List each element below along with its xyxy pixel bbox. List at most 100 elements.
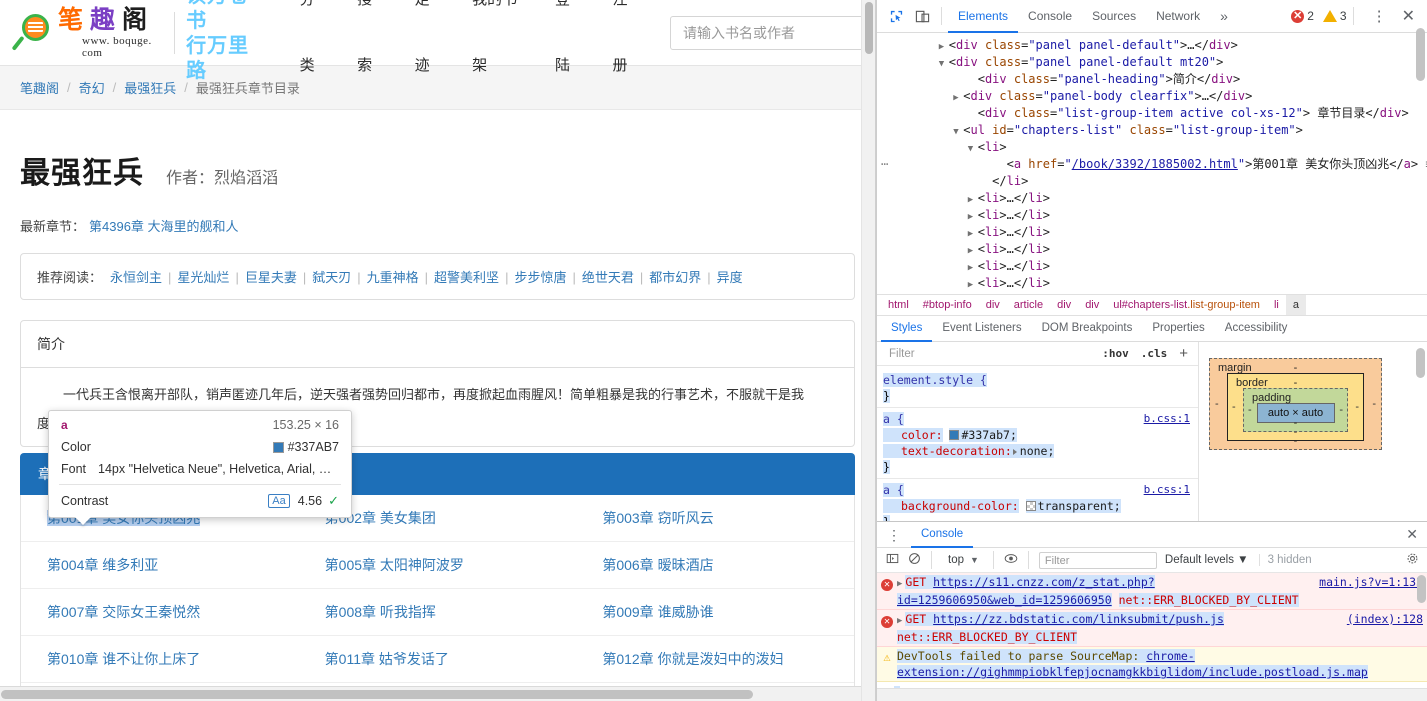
dom-tree[interactable]: ▶ <div class="panel panel-default">…</div… (877, 33, 1427, 294)
tab-elements[interactable]: Elements (948, 0, 1019, 33)
inspect-cursor-icon[interactable] (883, 3, 909, 29)
breadcrumb-node-div[interactable]: div (979, 295, 1007, 315)
rule-selector[interactable]: a { (883, 483, 904, 497)
recommend-item-4[interactable]: 九重神格 (367, 270, 419, 285)
nav-item-2[interactable]: 足迹 (399, 0, 456, 99)
style-rule[interactable]: a { b.css:1 background-color: transparent… (877, 479, 1198, 521)
nav-item-0[interactable]: 分类 (284, 0, 341, 99)
declaration-value[interactable]: #337ab7; (961, 428, 1016, 442)
expand-arrow-icon[interactable] (1012, 449, 1017, 455)
more-options-icon[interactable]: ⋯ (881, 156, 888, 173)
console-message-warning[interactable]: ⚠ DevTools failed to parse SourceMap: chr… (877, 647, 1427, 682)
styles-filter-input[interactable]: Filter (881, 348, 1096, 360)
chapter-link-4[interactable]: 第005章 太阳神阿波罗 (325, 557, 464, 573)
console-messages[interactable]: ✕ main.js?v=1:133 ▶ GET https://s11.cnzz.co… (877, 573, 1427, 688)
clear-console-icon[interactable] (903, 552, 925, 568)
scrollbar-thumb[interactable] (865, 2, 873, 54)
declaration-value[interactable]: transparent; (1038, 499, 1121, 513)
style-rule[interactable]: a {b.css:1 color: #337ab7; text-decorati… (877, 408, 1198, 479)
tab-dom-breakpoints[interactable]: DOM Breakpoints (1032, 316, 1143, 342)
console-levels-selector[interactable]: Default levels ▼ (1165, 554, 1253, 566)
box-model-margin-right[interactable]: - (1372, 398, 1376, 410)
dom-breadcrumb[interactable]: html #btop-info div article div div ul#chapter… (877, 294, 1427, 316)
drawer-close-icon[interactable]: ✕ (1397, 526, 1427, 543)
box-model-margin[interactable]: margin - - - - border - - - - padding - (1209, 358, 1382, 450)
recommend-item-8[interactable]: 都市幻界 (649, 270, 701, 285)
transparent-swatch-icon[interactable] (1025, 501, 1036, 511)
nav-item-3[interactable]: 我的书架 (456, 0, 539, 99)
cls-toggle[interactable]: .cls (1135, 347, 1174, 360)
tab-properties[interactable]: Properties (1142, 316, 1214, 342)
console-context-selector[interactable]: top (938, 554, 970, 566)
rule-source-link[interactable]: b.css:1 (1144, 482, 1190, 498)
devtools-menu-icon[interactable]: ⋮ (1360, 7, 1396, 25)
gear-icon[interactable] (1406, 552, 1423, 568)
expand-arrow-icon[interactable]: ▶ (897, 616, 902, 626)
chevron-down-icon[interactable]: ▼ (970, 555, 987, 565)
tab-network[interactable]: Network (1146, 0, 1210, 33)
recommend-item-1[interactable]: 星光灿烂 (177, 270, 229, 285)
recommend-item-0[interactable]: 永恒剑主 (110, 270, 162, 285)
recommend-item-5[interactable]: 超警美利坚 (434, 270, 499, 285)
dom-node-line[interactable]: ▶ <li>…</li> (877, 275, 1427, 292)
declaration-property[interactable]: text-decoration: (883, 444, 1012, 458)
tab-console[interactable]: Console (1018, 0, 1082, 33)
breadcrumb-node-ul-chapters-list-list-group-item[interactable]: ul#chapters-list.list-group-item (1106, 295, 1267, 315)
box-model-border-right[interactable]: - (1355, 401, 1359, 413)
chapter-link-5[interactable]: 第006章 暧昧酒店 (602, 557, 713, 573)
breadcrumb-node-a[interactable]: a (1285, 295, 1306, 315)
dom-node-line[interactable]: ▶ <li>…</li> (877, 241, 1427, 258)
chapter-link-9[interactable]: 第010章 谁不让你上床了 (47, 651, 200, 667)
chapter-link-6[interactable]: 第007章 交际女王秦悦然 (47, 604, 200, 620)
live-expression-icon[interactable] (1000, 552, 1022, 568)
hov-toggle[interactable]: :hov (1096, 347, 1135, 360)
nav-item-1[interactable]: 搜索 (341, 0, 398, 99)
rule-selector[interactable]: a { (883, 412, 904, 426)
console-message-error[interactable]: ✕ (index):128 ▶ GET https://zz.bdstatic.com… (877, 610, 1427, 647)
drawer-tab-console[interactable]: Console (911, 522, 974, 548)
console-scrollbar[interactable] (1417, 575, 1426, 625)
console-message-source[interactable]: main.js?v=1:133 (1319, 574, 1423, 590)
chapter-link-11[interactable]: 第012章 你就是泼妇中的泼妇 (602, 651, 783, 667)
scrollbar-thumb[interactable] (1416, 348, 1425, 378)
chapter-link-7[interactable]: 第008章 听我指挥 (325, 604, 436, 620)
new-style-rule-button[interactable]: + (1173, 345, 1194, 362)
box-model-padding-bottom[interactable]: - (1294, 417, 1298, 429)
recommend-item-7[interactable]: 绝世天君 (582, 270, 634, 285)
console-filter-input[interactable]: Filter (1038, 551, 1157, 569)
box-model-padding[interactable]: padding - - - auto × auto (1243, 388, 1348, 432)
scrollbar-thumb[interactable] (1, 690, 753, 699)
nav-item-5[interactable]: 注册 (597, 0, 654, 99)
breadcrumb-node-div[interactable]: div (1050, 295, 1078, 315)
page-horizontal-scrollbar[interactable] (0, 686, 875, 701)
recommend-item-3[interactable]: 弑天刃 (312, 270, 351, 285)
tab-sources[interactable]: Sources (1082, 0, 1146, 33)
color-swatch-icon[interactable] (949, 430, 960, 440)
dom-node-line[interactable]: ▶ <div class="panel panel-default">…</div… (877, 37, 1427, 54)
dom-node-line[interactable]: ⋯ <a href="/book/3392/1885002.html">第001… (877, 156, 1427, 173)
tab-styles[interactable]: Styles (881, 316, 933, 342)
dom-node-line[interactable]: ▶ <li>…</li> (877, 224, 1427, 241)
breadcrumb-node-li[interactable]: li (1267, 295, 1286, 315)
recommend-item-6[interactable]: 步步惊唐 (514, 270, 566, 285)
dom-node-line[interactable]: ▶ <li>…</li> (877, 190, 1427, 207)
recommend-item-9[interactable]: 异度 (717, 270, 743, 285)
declaration-property[interactable]: background-color: (883, 499, 1019, 513)
box-model-padding-left[interactable]: - (1248, 404, 1252, 416)
dom-node-line[interactable]: ▶ <div class="panel-body clearfix">…</div… (877, 88, 1427, 105)
devtools-close-icon[interactable]: ✕ (1396, 6, 1421, 26)
site-logo[interactable]: 笔趣阁 www. boquge. com 读万卷书 行万里路 (11, 0, 262, 83)
drawer-menu-icon[interactable]: ⋮ (881, 528, 911, 542)
recommend-item-2[interactable]: 巨星夫妻 (245, 270, 297, 285)
dom-node-line[interactable]: <div class="list-group-item active col-x… (877, 105, 1427, 122)
scrollbar-thumb[interactable] (1417, 575, 1426, 603)
dom-node-line[interactable]: ▶ <li>…</li> (877, 207, 1427, 224)
dom-node-line[interactable]: ▼ <ul id="chapters-list" class="list-grou… (877, 122, 1427, 139)
declaration-value[interactable]: none; (1020, 444, 1055, 458)
device-toolbar-icon[interactable] (909, 3, 935, 29)
console-message-error[interactable]: ✕ main.js?v=1:133 ▶ GET https://s11.cnzz.co… (877, 573, 1427, 610)
breadcrumb-node--btop-info[interactable]: #btop-info (916, 295, 979, 315)
chapter-link-2[interactable]: 第003章 窃听风云 (602, 510, 713, 526)
style-rule[interactable]: element.style { } (877, 369, 1198, 408)
dom-node-line[interactable]: ▶ <li>…</li> (877, 258, 1427, 275)
